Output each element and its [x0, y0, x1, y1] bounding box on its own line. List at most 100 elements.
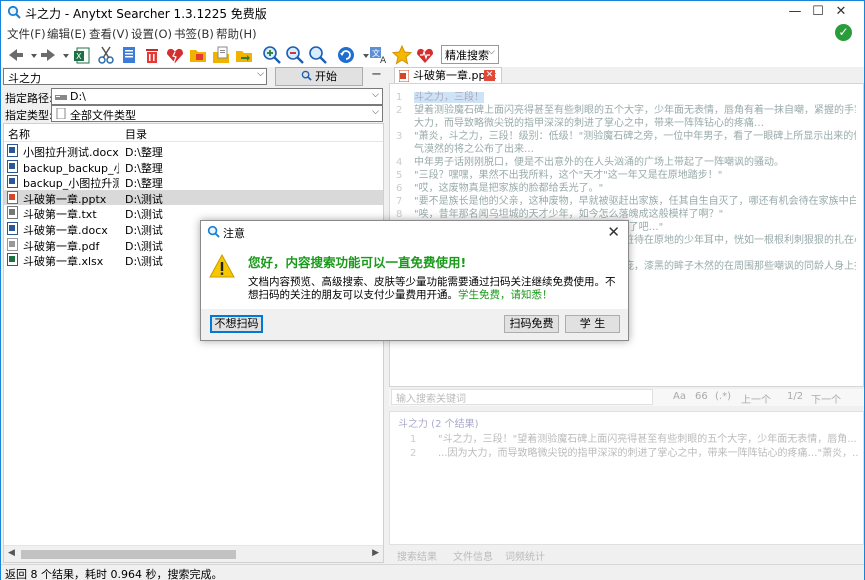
excel-export-icon[interactable]: X — [71, 44, 93, 66]
notice-dialog: 注意 ✕ 您好，内容搜索功能可以一直免费使用! 文档内容预览、高级搜索、皮肤等少… — [200, 220, 629, 341]
copy-doc-icon[interactable] — [118, 44, 140, 66]
type-label: 指定类型: — [5, 109, 53, 122]
collapse-button[interactable]: − — [371, 67, 382, 82]
folder-arrow-icon[interactable] — [233, 44, 255, 66]
no-scan-button[interactable]: 不想扫码 — [210, 315, 263, 333]
result-text: ...因为大力，而导致略微尖锐的指甲深深的刺进了掌心之中，带来一阵阵钻心的疼痛…… — [438, 448, 858, 459]
menu-settings[interactable]: 设置(O) — [131, 26, 172, 42]
excel-file-icon — [7, 253, 18, 267]
file-dir: D:\测试 — [125, 255, 163, 269]
path-combo[interactable]: D:\ ⌵ — [51, 88, 383, 105]
word-file-icon — [7, 159, 18, 173]
zoom-in-icon[interactable] — [261, 44, 283, 66]
file-list-row[interactable]: 斗破第一章.txt D:\测试 — [4, 205, 383, 222]
tab-search-results[interactable]: 搜索结果 — [397, 548, 437, 563]
tab-file-info[interactable]: 文件信息 — [453, 548, 493, 563]
app-search-icon — [7, 5, 21, 19]
dialog-close-icon[interactable]: ✕ — [607, 223, 620, 241]
horizontal-scrollbar[interactable]: ◀ ▶ — [4, 545, 383, 562]
svg-text:文: 文 — [372, 48, 380, 58]
file-dir: D:\整理 — [125, 177, 163, 191]
find-input[interactable]: 输入搜索关键词 — [391, 389, 653, 405]
refresh-icon[interactable] — [335, 44, 357, 66]
file-name: backup_backup_小... — [23, 161, 119, 175]
file-dir: D:\测试 — [125, 192, 163, 206]
menu-view[interactable]: 查看(V) — [89, 26, 129, 42]
whole-word-toggle[interactable]: 66 — [695, 391, 708, 402]
refresh-dropdown-icon[interactable] — [355, 44, 369, 66]
trash-icon[interactable] — [141, 44, 163, 66]
file-name: 斗破第一章.pdf — [23, 239, 100, 253]
search-input[interactable]: 斗之力 ⌵ — [3, 68, 267, 85]
broken-heart-icon[interactable] — [164, 44, 186, 66]
file-dir: D:\整理 — [125, 161, 163, 175]
star-icon[interactable] — [391, 44, 413, 66]
result-row[interactable]: 2 ...因为大力，而导致略微尖锐的指甲深深的刺进了掌心之中，带来一阵阵钻心的疼痛… — [410, 444, 858, 459]
file-name: 斗破第一章.txt — [23, 208, 97, 222]
bottom-tabs: 搜索结果 文件信息 词频统计 — [389, 547, 864, 563]
close-button[interactable]: ✕ — [818, 1, 864, 23]
chevron-down-icon: ⌵ — [372, 107, 379, 117]
resize-grip-icon[interactable]: ⋰ — [5, 566, 862, 579]
scan-free-button[interactable]: 扫码免费 — [504, 315, 559, 333]
scrollbar-thumb[interactable] — [21, 550, 236, 559]
student-button[interactable]: 学 生 — [565, 315, 620, 333]
type-combo[interactable]: 全部文件类型 ⌵ — [51, 105, 383, 122]
open-folder-icon[interactable] — [187, 44, 209, 66]
word-file-icon — [7, 175, 18, 189]
column-header-name[interactable]: 名称 — [8, 126, 30, 142]
dialog-message-text: 文档内容预览、高级搜索、皮肤等少量功能需要通过扫码关注继续免费使用。不想扫码的关… — [248, 276, 616, 301]
svg-text:X: X — [76, 52, 82, 61]
result-row[interactable]: 1 "斗之力，三段！"望着测验魔石碑上面闪亮得甚至有些刺眼的五个大字，少年面无表情… — [410, 430, 858, 445]
column-header-dir[interactable]: 目录 — [125, 126, 147, 142]
search-mode-select[interactable]: 精准搜索 ⌵ — [441, 45, 499, 64]
file-dir: D:\整理 — [125, 146, 163, 159]
translate-icon[interactable]: 文A — [368, 44, 390, 66]
drive-icon — [55, 95, 67, 100]
dialog-message: 文档内容预览、高级搜索、皮肤等少量功能需要通过扫码关注继续免费使用。不想扫码的关… — [248, 276, 620, 302]
toolbar: X 文A 精准搜索 ⌵ — [1, 43, 864, 67]
file-type-icon — [56, 108, 66, 119]
menu-file[interactable]: 文件(F) — [7, 26, 46, 42]
scroll-right-icon[interactable]: ▶ — [372, 548, 379, 558]
file-name: backup_小图拉升测... — [23, 177, 119, 191]
status-check-icon: ✓ — [835, 24, 852, 41]
file-list-row[interactable]: 小图拉升测试.docx D:\整理 — [4, 143, 383, 159]
file-list-row[interactable]: 斗破第一章.pptx D:\测试 — [4, 189, 383, 206]
forward-dropdown-icon[interactable] — [55, 44, 69, 66]
tab-word-frequency[interactable]: 词频统计 — [505, 548, 545, 563]
find-bar: 输入搜索关键词 Aa 66 (.*) 上一个 1/2 下一个 — [389, 389, 864, 406]
title-bar: 斗之力 - Anytxt Searcher 1.3.1225 免费版 — ☐ ✕ — [1, 1, 864, 23]
file-list-row[interactable]: backup_小图拉升测... D:\整理 — [4, 174, 383, 191]
menu-bookmarks[interactable]: 书签(B) — [174, 26, 214, 42]
search-icon[interactable] — [307, 44, 329, 66]
match-case-toggle[interactable]: Aa — [673, 391, 686, 402]
regex-toggle[interactable]: (.*) — [715, 391, 731, 402]
window-title: 斗之力 - Anytxt Searcher 1.3.1225 免费版 — [25, 7, 267, 21]
dialog-student-note: 学生免费，请知悉！ — [458, 289, 553, 301]
back-dropdown-icon[interactable] — [23, 44, 37, 66]
dialog-headline: 您好，内容搜索功能可以一直免费使用! — [248, 255, 467, 270]
scissors-icon[interactable] — [95, 44, 117, 66]
chevron-down-icon[interactable]: ⌵ — [257, 69, 264, 79]
result-index: 2 — [410, 448, 417, 459]
next-match-button[interactable]: 下一个 — [811, 391, 841, 406]
menu-edit[interactable]: 编辑(E) — [47, 26, 86, 42]
txt-file-icon — [7, 206, 18, 220]
start-search-button[interactable]: 开始 — [275, 67, 363, 86]
menu-help[interactable]: 帮助(H) — [216, 26, 257, 42]
file-list-row[interactable]: backup_backup_小... D:\整理 — [4, 159, 383, 175]
doc-folder-icon[interactable] — [210, 44, 232, 66]
heart-icon[interactable] — [414, 44, 436, 66]
results-header[interactable]: 斗之力 (2 个结果) — [398, 415, 479, 430]
previous-match-button[interactable]: 上一个 — [741, 391, 771, 406]
dialog-title-bar: 注意 ✕ — [201, 221, 628, 243]
file-name: 斗破第一章.docx — [23, 224, 108, 237]
scroll-left-icon[interactable]: ◀ — [8, 548, 15, 558]
zoom-out-icon[interactable] — [284, 44, 306, 66]
match-counter: 1/2 — [787, 391, 804, 402]
app-window: 斗之力 - Anytxt Searcher 1.3.1225 免费版 — ☐ ✕… — [0, 0, 865, 580]
close-tab-icon[interactable]: ✕ — [484, 70, 495, 81]
tab-preview-file[interactable]: 斗破第一章.pptx ✕ — [394, 67, 502, 83]
app-search-icon — [207, 225, 220, 238]
